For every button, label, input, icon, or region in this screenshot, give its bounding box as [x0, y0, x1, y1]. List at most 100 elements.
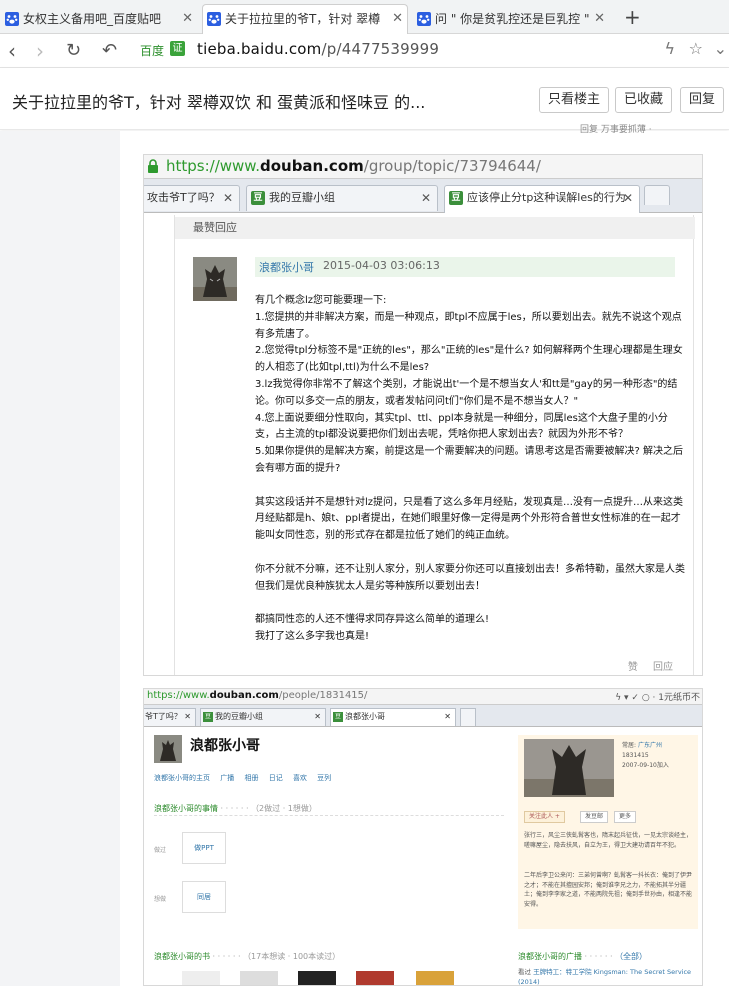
reply-date: 2015-04-03 03:06:13	[323, 259, 440, 272]
profile-sidebar: 常居: 广东广州 1831415 2007-09-10加入 关注此人 + 发豆邮…	[518, 735, 698, 929]
browser-tab-1[interactable]: 女权主义备用吧_百度贴吧 ✕	[0, 4, 198, 34]
reply-actions: 赞 回应	[616, 658, 673, 673]
avatar	[193, 257, 237, 301]
lightning-icon[interactable]: ϟ	[664, 39, 675, 58]
profile-nav: 浪都张小哥的主页 广播 相册 日记 喜欢 豆列	[154, 773, 339, 783]
embedded-tab-2: 豆 我的豆瓣小组 ✕	[246, 185, 438, 211]
douban-icon: 豆	[251, 191, 265, 205]
left-gutter	[0, 131, 120, 986]
embedded-tab-2: 豆 我的豆瓣小组 ✕	[200, 708, 326, 726]
tab-close-icon[interactable]: ✕	[182, 5, 193, 33]
mail-button: 发豆邮	[580, 811, 609, 823]
broadcast-link: 王牌特工：特工学院 Kingsman: The Secret Service (…	[518, 968, 692, 986]
nav-item: 相册	[244, 774, 259, 782]
avatar	[154, 735, 182, 763]
close-icon: ✕	[420, 191, 431, 205]
join-date: 2007-09-10加入	[622, 762, 669, 769]
user-id: 1831415	[622, 752, 649, 759]
undo-icon[interactable]: ↶	[102, 40, 117, 62]
post-image-douban-topic: https://www.douban.com/group/topic/73794…	[143, 154, 703, 676]
broadcast-item: 看过 王牌特工：特工学院 Kingsman: The Secret Servic…	[518, 967, 698, 986]
douban-icon: 豆	[449, 191, 463, 205]
tab-label: 浪都张小哥	[345, 712, 385, 721]
reply-paragraph: 你不分就不分嘛，还不让别人家分，别人家要分你还可以直接划出去！多希特勒，虽然大家…	[255, 563, 685, 592]
book-cover	[240, 971, 278, 985]
things-title: 浪都张小哥的事情	[154, 804, 218, 813]
nav-item: 日记	[268, 774, 283, 782]
peek-reply-text: 回复 万事要抓薄 ·	[580, 125, 652, 135]
want-label: 想做	[154, 896, 167, 903]
reply-text: 有几个概念lz您可能要理一下: 1.您提拱的并非解决方案，而是一种观点，即tpl…	[255, 293, 685, 646]
want-item: 同居	[182, 881, 226, 913]
city: 广东广州	[637, 742, 662, 749]
embedded-new-tab	[460, 708, 476, 726]
bio-paragraph: 二年后李卫公来问：三弟何曾啊？虬髯客一抖长衣：俺到了伊尹之才；不能在其擅园安邦；…	[524, 872, 693, 908]
book-cover	[416, 971, 454, 985]
broadcast-title: 浪都张小哥的广播	[518, 952, 582, 961]
reply-paragraph: 其实这段话并不是想针对lz提问，只是看了这么多年月经贴，发现真是…没有一点提升……	[255, 496, 684, 542]
address-bar[interactable]: 百度 证 tieba.baidu.com/p/4477539999 ϟ ☆ ⌄	[134, 39, 729, 63]
tab-label: 关于拉拉里的爷T，针对 翠樽	[225, 12, 381, 26]
embedded-url: https://www.douban.com/people/1831415/	[147, 690, 367, 701]
url-scheme: https://www.	[147, 690, 210, 701]
toolbar-text: 1元纸币不	[658, 693, 700, 703]
chevron-down-icon[interactable]: ⌄	[714, 39, 727, 58]
books-title: 浪都张小哥的书	[154, 952, 210, 961]
url-host: douban.com	[209, 690, 279, 701]
broadcast-verb: 看过	[518, 968, 531, 976]
reply-button[interactable]: 回复	[680, 87, 725, 113]
reload-icon[interactable]: ↻	[66, 40, 81, 62]
url-path: /p/4477539999	[321, 40, 440, 58]
embedded-tab-1: 爷T了吗？ ✕	[144, 708, 196, 726]
embedded-tab-3: 豆 浪都张小哥 ✕	[330, 708, 456, 726]
forward-icon[interactable]: ›	[36, 40, 44, 62]
star-icon[interactable]: ☆	[689, 39, 703, 58]
douban-icon: 豆	[333, 712, 343, 722]
broadcast-header: 浪都张小哥的广播 · · · · · · （全部）	[518, 952, 648, 961]
close-icon: ✕	[622, 191, 633, 205]
author-name: 浪都张小哥	[259, 261, 314, 274]
collected-button[interactable]: 已收藏	[615, 87, 673, 113]
baidu-paw-icon	[207, 12, 221, 26]
section-header: 最赞回应	[175, 217, 695, 239]
things-count: （2做过 · 1想做）	[251, 804, 317, 813]
reply-paragraph: 1.您提拱的并非解决方案，而是一种观点，即tpl不应属于les，所以要划出去。就…	[255, 311, 682, 340]
tab-label: 应该停止分tp这种误解les的行为	[467, 191, 626, 204]
did-item: 做PPT	[182, 832, 226, 864]
tab-close-icon[interactable]: ✕	[594, 5, 605, 33]
divider	[154, 815, 504, 816]
embedded-tab-1: 攻击爷T了吗？ ✕	[144, 185, 240, 211]
embedded-tab-bar: 攻击爷T了吗？ ✕ 豆 我的豆瓣小组 ✕ 豆 应该停止分tp这种误解les的行为…	[144, 179, 702, 213]
nav-item: 浪都张小哥的主页	[154, 774, 210, 782]
douban-icon: 豆	[203, 712, 213, 722]
url-scheme: https://www.	[166, 157, 260, 175]
tab-label: 攻击爷T了吗？	[147, 191, 220, 204]
books-header: 浪都张小哥的书 · · · · · · （17本想读 · 100本读过）	[154, 952, 341, 961]
browser-tab-2[interactable]: 关于拉拉里的爷T，针对 翠樽 ✕	[202, 4, 408, 35]
certificate-icon[interactable]: 证	[170, 41, 185, 56]
url-path: /people/1831415/	[278, 690, 368, 701]
book-cover	[298, 971, 336, 985]
new-tab-icon[interactable]: +	[624, 6, 641, 28]
reply-paragraph: 4.您上面说要细分性取向，其实tpl、ttl、ppl本身就是一种细分，同属les…	[255, 412, 668, 441]
nav-item: 广播	[220, 774, 235, 782]
url-host: douban.com	[259, 157, 364, 175]
only-op-button[interactable]: 只看楼主	[539, 87, 610, 113]
reply-paragraph: 有几个概念lz您可能要理一下:	[255, 295, 387, 306]
tab-close-icon[interactable]: ✕	[392, 5, 403, 33]
thread-header: 关于拉拉里的爷T，针对 翠樽双饮 和 蛋黄派和怪味豆 的... 只看楼主 已收藏…	[0, 68, 729, 130]
tab-label: 女权主义备用吧_百度贴吧	[23, 12, 162, 26]
things-header: 浪都张小哥的事情 · · · · · · （2做过 · 1想做）	[154, 804, 317, 813]
thread-title: 关于拉拉里的爷T，针对 翠樽双饮 和 蛋黄派和怪味豆 的...	[12, 93, 426, 112]
more-button: 更多	[614, 811, 637, 823]
back-icon[interactable]: ‹	[8, 40, 16, 62]
reply-paragraph: 2.您觉得tpl分标签不是"正统的les"，那么"正统的les"是什么? 如何解…	[255, 345, 683, 374]
browser-tab-3[interactable]: 问 " 你是贫乳控还是巨乳控 " ✕	[412, 4, 610, 34]
profile-photo	[524, 739, 614, 797]
reply-paragraph: 我打了这么多字我也真是!	[255, 630, 370, 642]
book-cover	[356, 971, 394, 985]
reply-paragraph: 3.lz我觉得你非常不了解这个类别，才能说出t'一个是不想当女人'和tt是"ga…	[255, 378, 678, 407]
navigation-bar: ‹ › ↻ ↶ 百度 证 tieba.baidu.com/p/447753999…	[0, 34, 729, 68]
